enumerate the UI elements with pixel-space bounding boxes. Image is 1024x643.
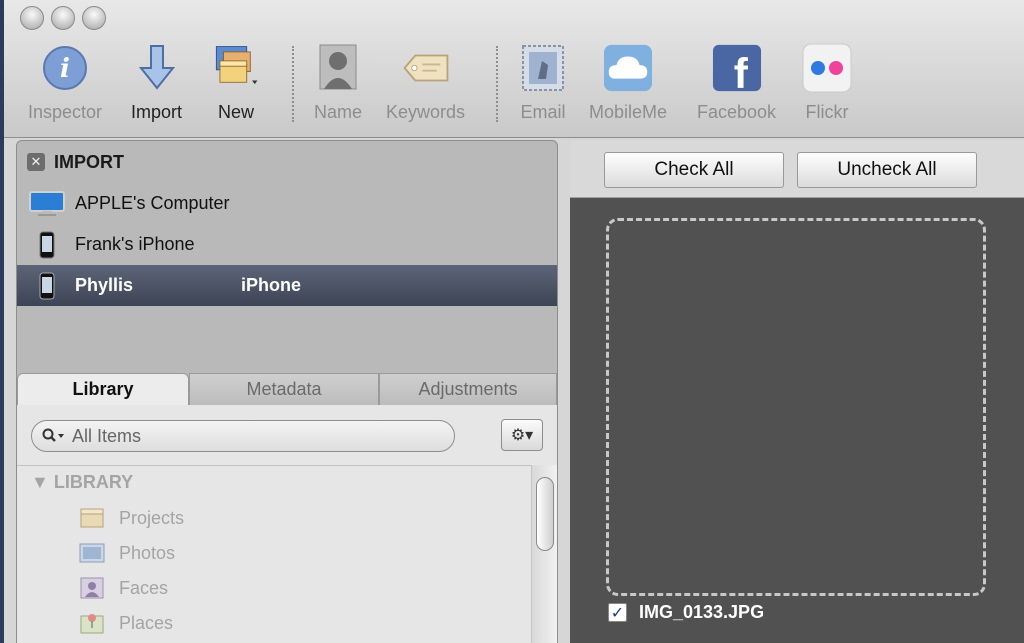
svg-text:f: f — [733, 50, 748, 93]
toolbar-separator — [292, 46, 294, 122]
zoom-window-button[interactable] — [82, 6, 106, 30]
source-franks-iphone[interactable]: Frank's iPhone — [17, 224, 557, 265]
tag-icon — [401, 40, 451, 96]
search-field[interactable]: All Items — [31, 420, 455, 452]
iphone-icon — [29, 231, 65, 259]
aperture-window: i Inspector Import New Name Keywords Ema… — [4, 0, 1024, 643]
library-item-photos[interactable]: Photos — [79, 538, 175, 568]
library-item-label: Faces — [119, 577, 169, 598]
tab-library[interactable]: Library — [17, 373, 189, 405]
new-label: New — [217, 102, 254, 122]
flickr-label: Flickr — [805, 102, 849, 122]
keywords-label: Keywords — [386, 102, 466, 122]
stamp-icon — [518, 40, 568, 96]
import-button[interactable]: Import — [131, 40, 182, 123]
window-controls — [20, 6, 106, 30]
tab-metadata[interactable]: Metadata — [189, 373, 379, 405]
mobileme-label: MobileMe — [589, 102, 668, 122]
new-button[interactable]: New — [211, 40, 261, 123]
svg-text:i: i — [60, 54, 70, 84]
gear-icon: ⚙▾ — [510, 427, 534, 444]
toolbar: i Inspector Import New Name Keywords Ema… — [4, 40, 1024, 130]
library-item-places[interactable]: Places — [79, 608, 173, 638]
library-list: ▼ LIBRARY Projects Photos Faces Places — [17, 465, 531, 643]
action-menu-button[interactable]: ⚙▾ — [501, 419, 543, 451]
file-name: IMG_0133.JPG — [639, 602, 765, 622]
image-thumbnail-placeholder[interactable] — [606, 218, 986, 596]
cloud-icon — [603, 40, 653, 96]
import-arrow-icon — [132, 40, 182, 96]
import-title: IMPORT — [54, 151, 124, 172]
facebook-icon: f — [712, 40, 762, 96]
library-item-label: Photos — [119, 542, 176, 563]
import-label: Import — [131, 102, 183, 122]
close-window-button[interactable] — [20, 6, 44, 30]
source-label-first: Phyllis — [75, 275, 134, 295]
left-pane: ✕ IMPORT APPLE's Computer Frank's iPhone… — [16, 140, 558, 643]
toolbar-separator — [496, 46, 498, 122]
tab-adjustments[interactable]: Adjustments — [379, 373, 557, 405]
source-label-last: iPhone — [241, 275, 302, 295]
library-item-label: Places — [119, 612, 174, 633]
name-button[interactable]: Name — [313, 40, 363, 123]
search-icon[interactable] — [42, 428, 66, 444]
library-item-label: Projects — [119, 507, 185, 528]
library-panel: All Items ⚙▾ ▼ LIBRARY Projects Photos F… — [17, 405, 557, 643]
facebook-label: Facebook — [697, 102, 777, 122]
library-header-label: LIBRARY — [53, 472, 134, 492]
source-label: APPLE's Computer — [75, 193, 230, 213]
email-button[interactable]: Email — [518, 40, 568, 123]
source-apples-computer[interactable]: APPLE's Computer — [17, 183, 557, 224]
flickr-icon — [802, 40, 852, 96]
projects-icon — [79, 506, 105, 530]
library-scrollbar[interactable] — [531, 465, 557, 643]
import-browser: Check All Uncheck All ✓ IMG_0133.JPG — [570, 140, 1024, 643]
source-label: Frank's iPhone — [75, 234, 195, 254]
computer-icon — [29, 190, 65, 217]
email-label: Email — [520, 102, 566, 122]
disclosure-triangle-icon[interactable]: ▼ — [31, 472, 49, 492]
faces-icon — [79, 576, 105, 600]
mobileme-button[interactable]: MobileMe — [589, 40, 667, 123]
name-label: Name — [313, 102, 362, 122]
import-header: ✕ IMPORT — [17, 141, 557, 183]
facebook-button[interactable]: f Facebook — [697, 40, 776, 123]
inspector-tabs: Library Metadata Adjustments — [17, 373, 557, 405]
search-placeholder: All Items — [72, 425, 142, 446]
keywords-button[interactable]: Keywords — [386, 40, 465, 123]
scrollbar-thumb[interactable] — [536, 477, 554, 551]
uncheck-all-button[interactable]: Uncheck All — [797, 152, 977, 188]
flickr-button[interactable]: Flickr — [802, 40, 852, 123]
file-item: ✓ IMG_0133.JPG — [608, 602, 764, 623]
file-checkbox[interactable]: ✓ — [608, 603, 627, 622]
inspector-button[interactable]: i Inspector — [28, 40, 102, 123]
library-item-faces[interactable]: Faces — [79, 573, 168, 603]
library-section-header[interactable]: ▼ LIBRARY — [31, 472, 133, 493]
places-icon — [79, 611, 105, 635]
photos-icon — [79, 541, 105, 565]
import-browser-toolbar: Check All Uncheck All — [570, 140, 1024, 198]
close-import-icon[interactable]: ✕ — [27, 153, 45, 171]
inspector-label: Inspector — [28, 102, 103, 122]
new-project-icon — [211, 40, 261, 96]
person-silhouette-icon — [313, 40, 363, 96]
info-icon: i — [40, 40, 90, 96]
library-item-projects[interactable]: Projects — [79, 503, 184, 533]
title-bar: i Inspector Import New Name Keywords Ema… — [4, 0, 1024, 138]
check-all-button[interactable]: Check All — [604, 152, 784, 188]
source-phyllis-iphone[interactable]: Phyllis iPhone — [17, 265, 557, 306]
minimize-window-button[interactable] — [51, 6, 75, 30]
iphone-icon — [29, 272, 65, 300]
